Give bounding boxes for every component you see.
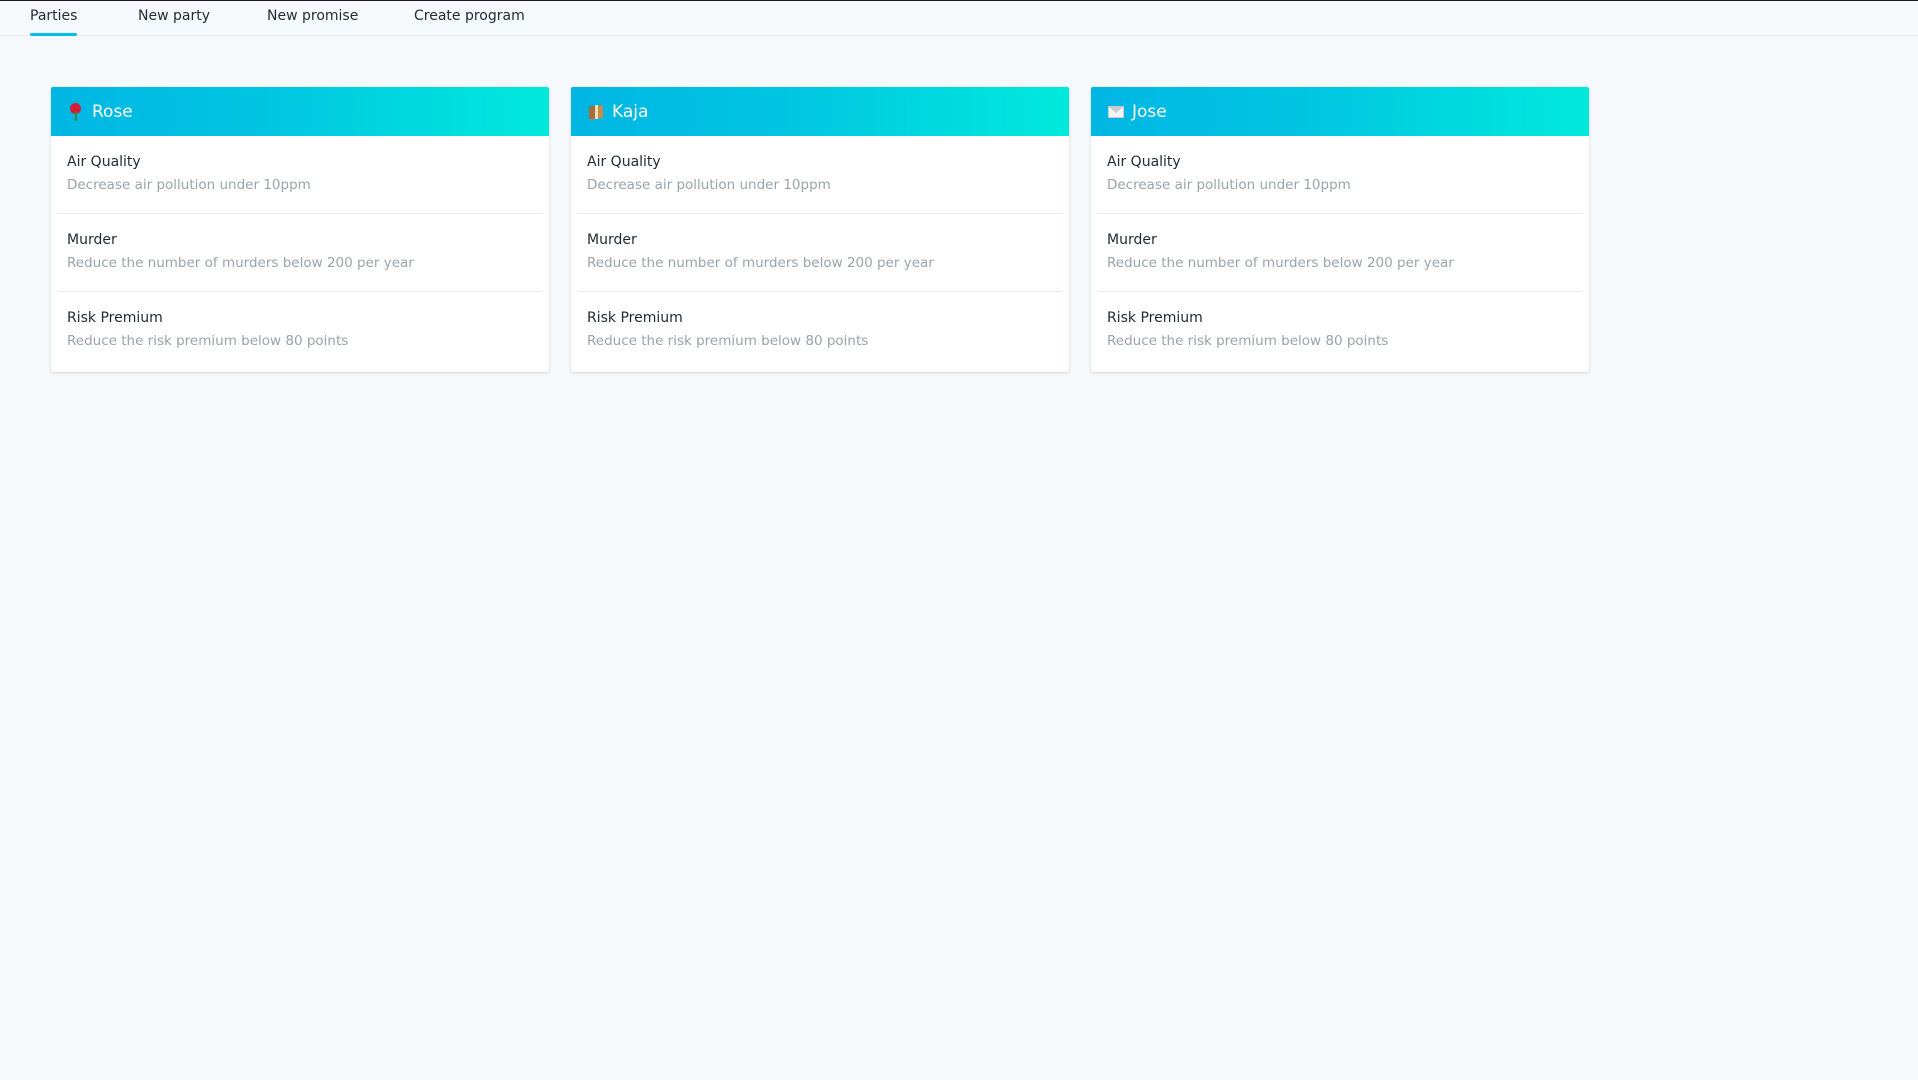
promise-description: Decrease air pollution under 10ppm: [67, 177, 311, 193]
promise-list: Air Quality Decrease air pollution under…: [51, 136, 549, 370]
promise-description: Decrease air pollution under 10ppm: [587, 177, 831, 193]
promise-title: Air Quality: [587, 154, 661, 170]
party-card-header: Rose: [51, 87, 549, 136]
promise-item: Murder Reduce the number of murders belo…: [578, 214, 1062, 292]
party-name: Jose: [1132, 101, 1167, 122]
promise-list: Air Quality Decrease air pollution under…: [571, 136, 1069, 370]
tab-parties[interactable]: Parties: [30, 1, 78, 36]
promise-title: Risk Premium: [67, 310, 163, 326]
promise-title: Risk Premium: [1107, 310, 1203, 326]
promise-description: Reduce the risk premium below 80 points: [67, 333, 349, 349]
party-card-jose: Jose Air Quality Decrease air pollution …: [1091, 87, 1589, 372]
promise-title: Risk Premium: [587, 310, 683, 326]
promise-title: Murder: [67, 232, 117, 248]
promise-item: Risk Premium Reduce the risk premium bel…: [58, 292, 542, 370]
promise-item: Murder Reduce the number of murders belo…: [1098, 214, 1582, 292]
promise-item: Air Quality Decrease air pollution under…: [58, 136, 542, 214]
promise-item: Risk Premium Reduce the risk premium bel…: [578, 292, 1062, 370]
promise-item: Murder Reduce the number of murders belo…: [58, 214, 542, 292]
party-card-header: Kaja: [571, 87, 1069, 136]
promise-description: Reduce the risk premium below 80 points: [1107, 333, 1389, 349]
tab-new-promise[interactable]: New promise: [267, 1, 358, 36]
promise-item: Air Quality Decrease air pollution under…: [1098, 136, 1582, 214]
party-card-kaja: Kaja Air Quality Decrease air pollution …: [571, 87, 1069, 372]
rose-icon: [67, 102, 85, 121]
tab-create-program[interactable]: Create program: [414, 1, 525, 36]
party-card-header: Jose: [1091, 87, 1589, 136]
envelope-icon: [1107, 103, 1125, 121]
promise-description: Decrease air pollution under 10ppm: [1107, 177, 1351, 193]
top-navigation: Parties New party New promise Create pro…: [0, 0, 1918, 36]
promise-description: Reduce the risk premium below 80 points: [587, 333, 869, 349]
promise-description: Reduce the number of murders below 200 p…: [1107, 255, 1454, 271]
promise-title: Murder: [1107, 232, 1157, 248]
party-name: Kaja: [612, 101, 649, 122]
promise-list: Air Quality Decrease air pollution under…: [1091, 136, 1589, 370]
promise-description: Reduce the number of murders below 200 p…: [67, 255, 414, 271]
package-icon: [587, 103, 605, 121]
tab-new-party[interactable]: New party: [138, 1, 210, 36]
promise-item: Air Quality Decrease air pollution under…: [578, 136, 1062, 214]
promise-title: Air Quality: [67, 154, 141, 170]
party-card-rose: Rose Air Quality Decrease air pollution …: [51, 87, 549, 372]
promise-item: Risk Premium Reduce the risk premium bel…: [1098, 292, 1582, 370]
promise-title: Air Quality: [1107, 154, 1181, 170]
party-name: Rose: [92, 101, 133, 122]
promise-title: Murder: [587, 232, 637, 248]
promise-description: Reduce the number of murders below 200 p…: [587, 255, 934, 271]
